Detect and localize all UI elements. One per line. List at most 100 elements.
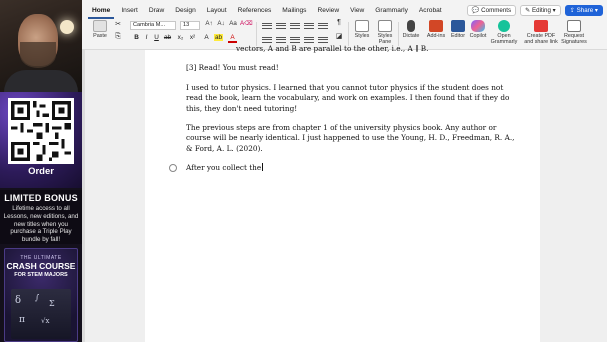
tab-grammarly[interactable]: Grammarly [371, 5, 412, 19]
tab-acrobat[interactable]: Acrobat [415, 5, 446, 19]
styles-button[interactable]: Styles [351, 20, 373, 39]
copilot-button[interactable]: Copilot [468, 20, 488, 39]
document-body[interactable]: vectors, A and B are parallel to the oth… [186, 44, 518, 174]
decrease-indent-icon[interactable] [304, 21, 314, 29]
increase-indent-icon[interactable] [318, 21, 328, 29]
tab-references[interactable]: References [234, 5, 276, 19]
book-illustration: δ ∫ Σ π √x [11, 289, 71, 339]
grow-font-icon[interactable]: A↑ [204, 20, 214, 27]
order-card[interactable]: Order [0, 92, 82, 188]
webcam-feed [0, 0, 82, 92]
tab-draw[interactable]: Draw [145, 5, 168, 19]
copy-icon[interactable]: ⎘ [114, 33, 122, 40]
tab-view[interactable]: View [346, 5, 368, 19]
editor-label: Editor [450, 33, 466, 39]
multilevel-icon[interactable] [290, 21, 300, 29]
comments-label: Comments [481, 7, 512, 14]
ribbon-right-buttons: 💬 Comments ✎ Editing ▾ ⇪ Share ▾ [466, 5, 603, 16]
styles-pane-button[interactable]: Styles Pane [374, 20, 396, 45]
strikethrough-button[interactable]: ab [163, 34, 172, 41]
book-title: CRASH COURSE [6, 261, 76, 271]
request-signatures-label: Request Signatures [561, 33, 587, 45]
book-cover: THE ULTIMATE CRASH COURSE FOR STEM MAJOR… [4, 248, 78, 342]
styles-pane-icon [378, 20, 392, 32]
font-color-icon[interactable]: A [228, 34, 237, 43]
signature-icon [567, 20, 581, 32]
tab-mailings[interactable]: Mailings [278, 5, 310, 19]
align-right-icon[interactable] [290, 35, 300, 43]
document-canvas[interactable]: vectors, A and B are parallel to the oth… [82, 44, 607, 342]
screen: Order LIMITED BONUS Lifetime access to a… [0, 0, 607, 342]
tab-layout[interactable]: Layout [203, 5, 231, 19]
subscript-button[interactable]: x₂ [176, 34, 185, 41]
tab-home[interactable]: Home [88, 5, 115, 19]
bullets-icon[interactable] [262, 21, 272, 29]
editing-label: Editing [532, 7, 551, 14]
copilot-label: Copilot [469, 33, 487, 39]
bold-button[interactable]: B [132, 34, 141, 41]
align-left-icon[interactable] [262, 35, 272, 43]
superscript-button[interactable]: x² [188, 34, 197, 41]
numbering-icon[interactable] [276, 21, 286, 29]
top-partial-line: vectors, A and B are parallel to the oth… [236, 44, 429, 53]
typing-text: After you collect the [186, 163, 262, 173]
sigma-symbol-icon: Σ [49, 299, 55, 308]
align-center-icon[interactable] [276, 35, 286, 43]
typing-line[interactable]: After you collect the [186, 163, 518, 173]
styles-label: Styles [354, 33, 370, 39]
lamp-light [60, 20, 74, 34]
document-page[interactable]: vectors, A and B are parallel to the oth… [145, 44, 540, 342]
pilcrow-icon[interactable]: ¶ [334, 19, 344, 26]
microphone-icon [407, 20, 415, 32]
tab-design[interactable]: Design [171, 5, 200, 19]
comments-button[interactable]: 💬 Comments [466, 5, 517, 16]
bonus-banner: LIMITED BONUS Lifetime access to all Les… [0, 190, 82, 244]
italic-button[interactable]: I [142, 34, 151, 41]
share-button[interactable]: ⇪ Share ▾ [564, 5, 603, 16]
clear-format-icon[interactable]: A⌫ [240, 20, 253, 27]
bonus-title: LIMITED BONUS [4, 193, 78, 203]
divider [398, 22, 399, 46]
justify-icon[interactable] [304, 35, 314, 43]
clipboard-icon [93, 20, 107, 32]
shrink-font-icon[interactable]: A↓ [216, 20, 226, 27]
pdf-icon [534, 20, 548, 32]
editor-button[interactable]: Editor [450, 20, 466, 39]
underline-button[interactable]: U [152, 34, 161, 41]
copilot-icon [471, 20, 485, 32]
editing-button[interactable]: ✎ Editing ▾ [520, 5, 561, 16]
paragraph-1: I used to tutor physics. I learned that … [186, 82, 510, 113]
dictate-label: Dictate [402, 33, 420, 39]
editor-icon [451, 20, 465, 32]
shading-icon[interactable]: ◪ [334, 33, 344, 40]
addins-button[interactable]: Add-ins [424, 20, 448, 39]
text-effects-icon[interactable]: A [202, 34, 211, 41]
delta-symbol-icon: δ [15, 295, 22, 306]
grammarly-button[interactable]: Open Grammarly [490, 20, 518, 45]
paste-button[interactable]: Paste [90, 20, 110, 39]
qr-code[interactable] [8, 98, 74, 164]
styles-icon [355, 20, 369, 32]
font-size-select[interactable]: 13 [180, 21, 200, 30]
change-case-icon[interactable]: Aa [228, 20, 238, 27]
paragraph-2: The previous steps are from chapter 1 of… [186, 123, 515, 153]
paragraph-anchor-icon[interactable] [169, 164, 177, 172]
paste-label: Paste [93, 33, 107, 39]
divider [348, 22, 349, 46]
tab-insert[interactable]: Insert [117, 5, 142, 19]
bonus-text: Lifetime access to all Lessons, new edit… [3, 205, 79, 244]
request-signatures-button[interactable]: Request Signatures [560, 20, 588, 45]
cut-icon[interactable]: ✂ [114, 21, 122, 28]
ribbon-tabs: Home Insert Draw Design Layout Reference… [88, 5, 449, 19]
tab-review[interactable]: Review [313, 5, 343, 19]
line-spacing-icon[interactable] [318, 35, 328, 43]
addins-label: Add-ins [426, 33, 446, 39]
font-name-select[interactable]: Cambria M... [130, 21, 176, 30]
create-pdf-label: Create PDF and share link [524, 33, 558, 45]
grammarly-icon [498, 20, 510, 32]
sqrt-symbol-icon: √x [41, 317, 50, 325]
dictate-button[interactable]: Dictate [400, 20, 422, 39]
highlight-icon[interactable]: ab [214, 34, 223, 41]
integral-symbol-icon: ∫ [35, 293, 40, 302]
create-pdf-button[interactable]: Create PDF and share link [524, 20, 558, 45]
